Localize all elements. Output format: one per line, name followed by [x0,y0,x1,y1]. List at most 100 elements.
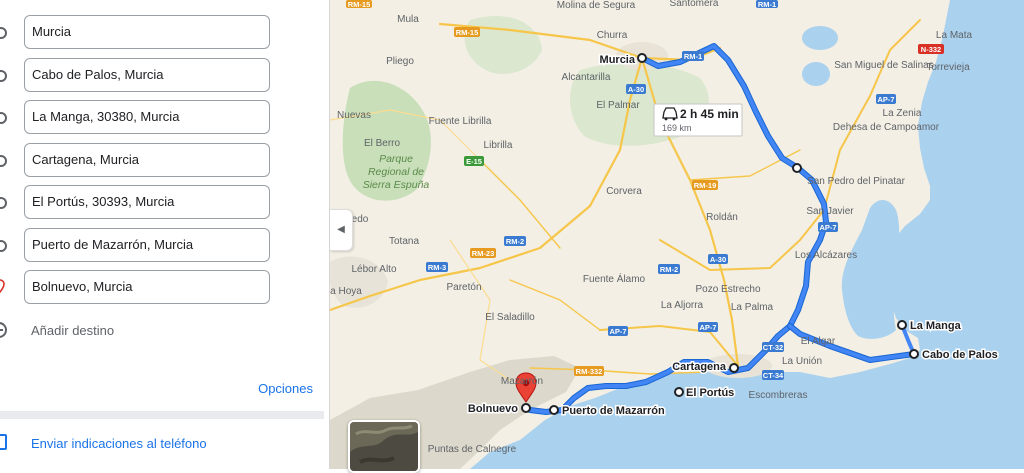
waypoint-marker-el-portus[interactable] [674,387,684,397]
svg-text:Sierra Espuña: Sierra Espuña [363,179,430,191]
svg-text:Parque: Parque [379,153,413,165]
label-la-manga: La Manga [910,320,962,332]
place-churra: Churra [597,30,628,41]
satellite-layer-thumbnail[interactable] [348,420,420,473]
place-el-berro: El Berro [364,138,401,149]
send-to-phone-button[interactable]: Enviar indicaciones al teléfono [0,430,320,458]
label-puerto-de-mazarron: Puerto de Mazarrón [562,405,665,417]
svg-text:RM-2: RM-2 [660,265,678,274]
svg-text:Regional de: Regional de [368,166,424,178]
place-escombreras: Escombreras [749,390,808,401]
svg-text:AP-7: AP-7 [819,223,836,232]
place-librilla: Librilla [484,140,513,151]
svg-text:AP-7: AP-7 [699,323,716,332]
waypoint-circle-icon [0,112,7,124]
svg-text:RM-1: RM-1 [684,52,702,61]
add-destination-button[interactable]: Añadir destino [0,320,320,342]
stop-input-3[interactable]: La Manga, 30380, Murcia [24,100,270,134]
phone-icon [0,434,7,450]
place-la-aljorra: La Aljorra [661,300,704,311]
place-totana: Totana [389,236,419,247]
svg-text:RM-23: RM-23 [472,249,495,258]
waypoint-marker-la-manga[interactable] [897,320,907,330]
collapse-panel-button[interactable]: ◀ [330,209,353,251]
waypoint-marker-midpoint[interactable] [792,163,802,173]
place-la-union: La Unión [782,356,822,367]
svg-text:RM-19: RM-19 [694,181,717,190]
section-divider [0,411,324,419]
waypoint-circle-icon [0,240,7,252]
options-link[interactable]: Opciones [258,381,313,396]
place-alcantarilla: Alcantarilla [562,72,611,83]
label-cartagena: Cartagena [672,361,727,373]
salt-lake-south [802,62,830,86]
stop-input-4[interactable]: Cartagena, Murcia [24,143,270,177]
place-mazarron: Mazarrón [501,376,543,387]
stop-input-6[interactable]: Puerto de Mazarrón, Murcia [24,228,270,262]
place-pareton: Paretón [446,282,481,293]
stop-input-7[interactable]: Bolnuevo, Murcia [24,270,270,304]
place-campoamor: Dehesa de Campoamor [833,122,940,133]
label-bolnuevo: Bolnuevo [468,403,518,415]
waypoint-circle-icon [0,70,7,82]
waypoint-marker-cartagena[interactable] [729,363,739,373]
svg-text:RM-1: RM-1 [758,0,776,9]
waypoint-marker-puerto-de-mazarron[interactable] [549,405,559,415]
label-murcia: Murcia [600,54,636,66]
place-la-mata: La Mata [936,30,973,41]
waypoint-marker-murcia[interactable] [637,53,647,63]
svg-text:RM-3: RM-3 [428,263,446,272]
place-edo: edo [352,214,369,225]
route-duration: 2 h 45 min [680,107,739,121]
waypoint-circle-icon [0,197,7,209]
place-los-alcazares: Los Alcázares [795,250,857,261]
svg-text:RM-15: RM-15 [348,0,371,9]
place-pliego: Pliego [386,56,414,67]
stop-row-3: La Manga, 30380, Murcia [0,100,329,136]
svg-text:RM-332: RM-332 [576,367,603,376]
svg-text:CT-34: CT-34 [763,371,784,380]
place-mula: Mula [397,14,419,25]
place-san-javier: San Javier [806,206,854,217]
route-distance: 169 km [662,123,692,133]
place-el-palmar: El Palmar [596,100,640,111]
svg-text:CT-32: CT-32 [763,343,783,352]
stop-input-5[interactable]: El Portús, 30393, Murcia [24,185,270,219]
stop-row-1: Murcia [0,15,329,51]
place-fuente-alamo: Fuente Álamo [583,272,646,285]
place-molina: Molina de Segura [557,0,636,11]
place-san-miguel: San Miguel de Salinas [834,60,934,71]
stop-row-2: Cabo de Palos, Murcia [0,58,329,94]
svg-text:AP-7: AP-7 [609,327,626,336]
waypoint-circle-icon [0,27,7,39]
stop-input-2[interactable]: Cabo de Palos, Murcia [24,58,270,92]
svg-text:N-332: N-332 [921,45,941,54]
destination-pin-icon [0,279,5,293]
place-a-hoya: a Hoya [330,286,362,297]
add-destination-label: Añadir destino [31,323,115,338]
route-info-bubble[interactable]: 2 h 45 min 169 km [653,103,743,137]
stop-row-5: El Portús, 30393, Murcia [0,185,329,221]
salt-lake-north [802,26,838,50]
waypoint-marker-bolnuevo[interactable] [521,403,531,413]
place-fuente-librilla: Fuente Librilla [429,116,492,127]
svg-text:RM-15: RM-15 [456,28,479,37]
map-canvas[interactable]: RM-15 RM-1 A-30 E-15 RM-19 RM-2 RM-23 RM… [330,0,1024,469]
svg-text:AP-7: AP-7 [877,95,894,104]
place-el-saladillo: El Saladillo [485,312,535,323]
svg-text:RM-2: RM-2 [506,237,524,246]
place-san-pedro: San Pedro del Pinatar [807,176,906,187]
place-pozo-estrecho: Pozo Estrecho [695,284,760,295]
svg-text:E-15: E-15 [466,157,482,166]
waypoint-circle-icon [0,155,7,167]
place-lebor-alto: Lébor Alto [351,264,396,275]
place-el-algar: El Algar [801,336,836,347]
stop-input-1[interactable]: Murcia [24,15,270,49]
stop-row-4: Cartagena, Murcia [0,143,329,179]
waypoint-marker-cabo-de-palos[interactable] [909,349,919,359]
label-el-portus: El Portús [686,387,734,399]
place-roldan: Roldán [706,212,738,223]
place-la-zenia: La Zenia [883,108,922,119]
place-nuevas: Nuevas [337,110,371,121]
place-puntas-de-calnegre: Puntas de Calnegre [428,444,517,455]
